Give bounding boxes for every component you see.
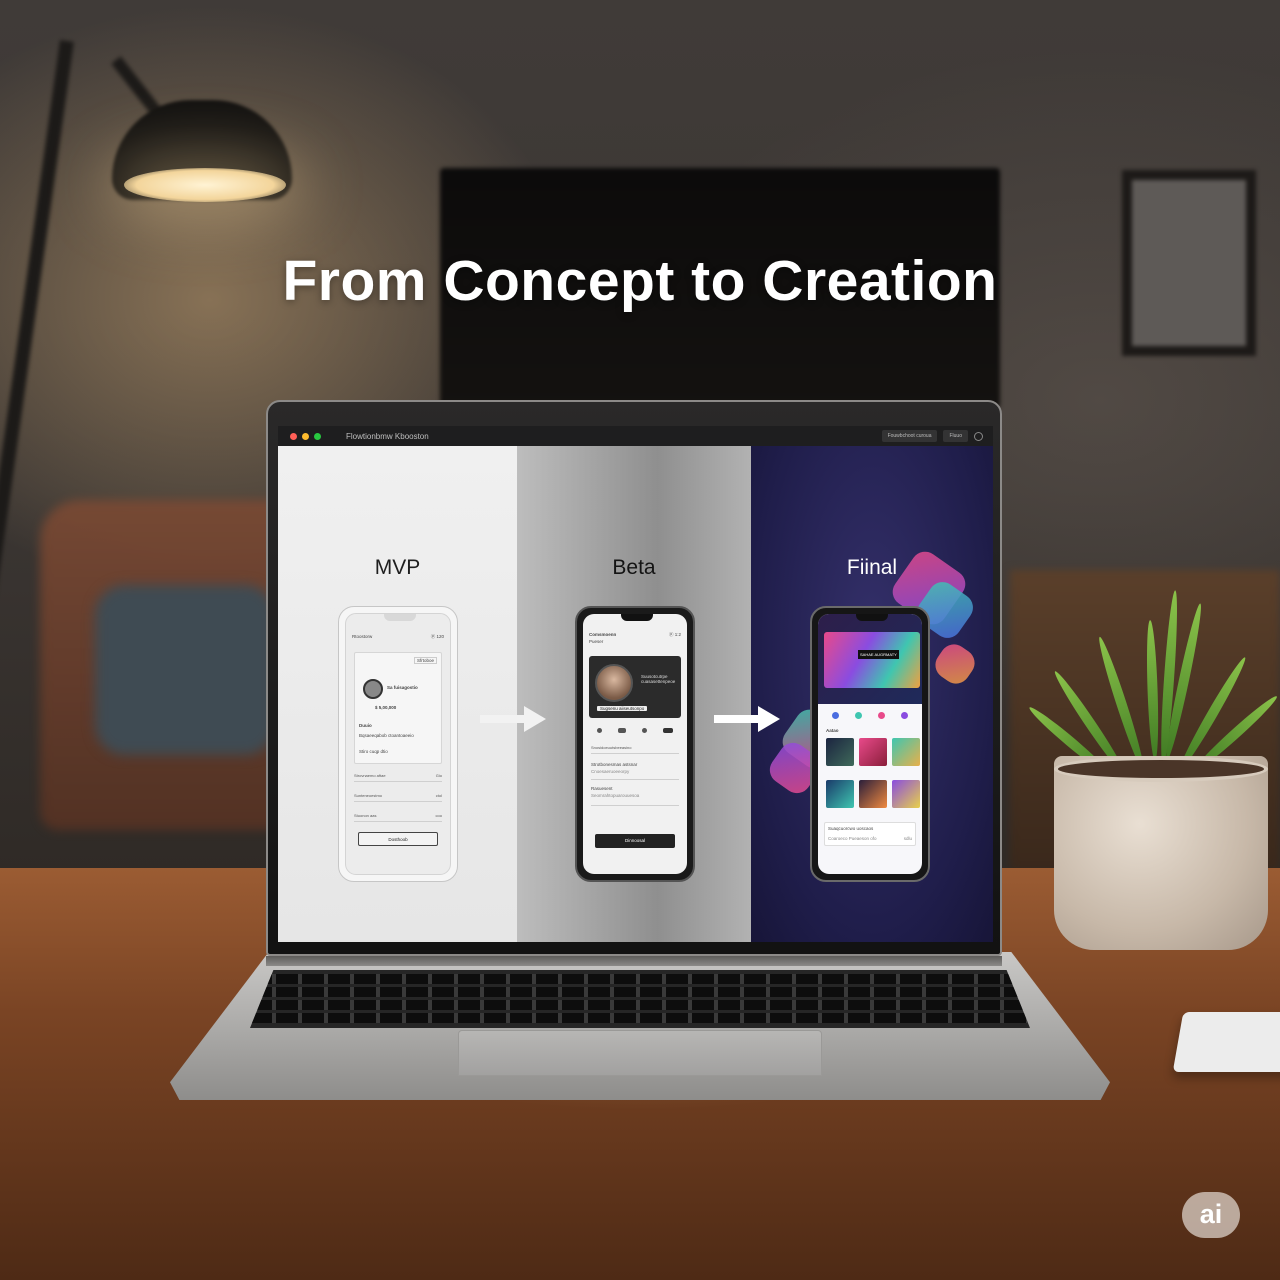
final-hero: SAHAE AUGRMATY <box>818 614 922 704</box>
mvp-header: Rtoostorw <box>352 634 373 639</box>
final-icon-row <box>824 708 916 722</box>
content-tile[interactable] <box>826 780 854 808</box>
mvp-price: $ 5,00,000 <box>375 705 397 710</box>
content-tile[interactable] <box>892 780 920 808</box>
toolbar-button-secondary[interactable]: Fluuo <box>943 430 968 442</box>
headline: From Concept to Creation <box>282 249 998 313</box>
final-section-title: Aatao <box>826 728 839 733</box>
stage-label-final: Fiinal <box>846 556 898 579</box>
beta-list-row[interactable]: Rasuesent Seomrahtopuarouuesoa <box>591 784 679 806</box>
mvp-cta-button[interactable]: Dosthoob <box>358 832 438 846</box>
refresh-icon[interactable] <box>974 432 983 441</box>
final-footer-right: sdlu <box>903 836 912 841</box>
plant-pot-rim <box>1054 756 1268 782</box>
phone-mockup-mvp: Rtoostorw ⓟ 120 Sfrtoboe Sa fuisagostio … <box>338 606 458 882</box>
category-icon[interactable] <box>832 711 839 719</box>
beta-list-row[interactable]: Strotbonesmas astsnar Cnoesaeruoeeorpy <box>591 760 679 780</box>
mvp-badge: Sfrtoboe <box>413 657 437 664</box>
final-footer-card[interactable]: Suaqcuorcwo uoscaos Coaroeco Pueaeson of… <box>824 822 916 846</box>
stage-label-beta: Beta <box>612 556 656 579</box>
maximize-window-button[interactable] <box>314 432 321 440</box>
ai-badge: ai <box>1182 1192 1240 1238</box>
phone-screen-beta: Comsmoenn Pueser ⓟ 1:2 Suusotcutrpe cuas… <box>583 614 687 874</box>
mvp-section-sub: Bqsaeeqabob ctoantoaeeio <box>359 733 414 738</box>
category-icon[interactable] <box>855 711 862 719</box>
notebook <box>1172 1012 1280 1072</box>
mvp-row[interactable]: Stuonon aas coo <box>354 810 442 822</box>
stage-panel-mvp: MVP Rtoostorw ⓟ 120 Sfrtoboe Sa fuisagos… <box>278 446 517 942</box>
laptop-keyboard <box>250 970 1030 1028</box>
category-icon[interactable] <box>878 711 885 719</box>
content-tile[interactable] <box>826 738 854 766</box>
category-icon[interactable] <box>901 711 908 719</box>
phone-screen-mvp: Rtoostorw ⓟ 120 Sfrtoboe Sa fuisagostio … <box>345 613 451 875</box>
content-tile[interactable] <box>859 780 887 808</box>
browser-title: Flowtionbmw Kbooston <box>346 431 429 441</box>
mvp-row[interactable]: Sunteneoestmo ctol <box>354 790 442 802</box>
phone-mockup-final: SAHAE AUGRMATY Aatao Suaqcuorcwo uoscaos… <box>810 606 930 882</box>
arrow-right-icon <box>480 706 546 732</box>
stage-label-mvp: MVP <box>374 556 421 579</box>
beta-header-right: ⓟ 1:2 <box>668 632 681 637</box>
scene: From Concept to Creation Flowtionbmw Kbo… <box>0 0 1280 1280</box>
chair-cushion <box>95 585 275 755</box>
laptop-hinge <box>266 956 1002 966</box>
beta-avatar <box>595 664 633 702</box>
mvp-avatar <box>363 679 383 699</box>
plant-pot <box>1054 756 1268 950</box>
beta-card-sub: Sugsenu aiiseutsonpo <box>597 706 648 711</box>
beta-header-sub: Pueser <box>589 639 604 644</box>
beta-cta-button[interactable]: Dinnoosal <box>595 834 675 848</box>
laptop-screen: Flowtionbmw Kbooston Fouwbchoot curoua F… <box>278 426 993 942</box>
beta-list-row[interactable]: Snosidoeuutsbeeasino <box>591 742 679 754</box>
stage-panel-beta: Beta Comsmoenn Pueser ⓟ 1:2 Suusotcutrpe… <box>517 446 751 942</box>
content-tile[interactable] <box>859 738 887 766</box>
phone-mockup-beta: Comsmoenn Pueser ⓟ 1:2 Suusotcutrpe cuas… <box>575 606 695 882</box>
arrow-right-icon <box>714 706 780 732</box>
content-tile[interactable] <box>892 738 920 766</box>
beta-icon-row <box>589 724 681 736</box>
toolbar-button-primary[interactable]: Fouwbchoot curoua <box>881 430 938 442</box>
stage-panel-final: Fiinal SAHAE AUGRMATY Aatao Suaqcuorcwo … <box>751 446 993 942</box>
beta-header: Comsmoenn <box>589 632 617 637</box>
beta-profile-card: Suusotcutrpe cuasasettenpeoe Sugsenu aii… <box>589 656 681 718</box>
final-footer-label: Suaqcuorcwo uoscaos <box>828 826 874 831</box>
final-hero-art <box>824 632 920 688</box>
mvp-row[interactable]: Strovnaemo aftae Gio <box>354 770 442 782</box>
final-hero-text: SAHAE AUGRMATY <box>858 650 899 659</box>
decorative-shape <box>929 638 981 690</box>
mvp-profile-card: Sfrtoboe Sa fuisagostio $ 5,00,000 Duuio… <box>354 652 442 764</box>
close-window-button[interactable] <box>290 432 297 440</box>
beta-card-text: Suusotcutrpe cuasasettenpeoe <box>641 674 676 684</box>
lamp-bulb-glow <box>124 168 286 202</box>
mvp-header-right: ⓟ 120 <box>430 634 444 639</box>
mvp-profile-name: Sa fuisagostio <box>387 685 418 690</box>
mvp-meta: Stiro cuqp dtio <box>359 749 388 754</box>
laptop-trackpad <box>458 1030 822 1076</box>
mvp-section-title: Duuio <box>359 723 372 728</box>
browser-toolbar: Flowtionbmw Kbooston Fouwbchoot curoua F… <box>278 426 993 446</box>
minimize-window-button[interactable] <box>302 432 309 440</box>
phone-screen-final: SAHAE AUGRMATY Aatao Suaqcuorcwo uoscaos… <box>818 614 922 874</box>
final-footer-sub: Coaroeco Pueaeson ofo <box>828 836 877 841</box>
